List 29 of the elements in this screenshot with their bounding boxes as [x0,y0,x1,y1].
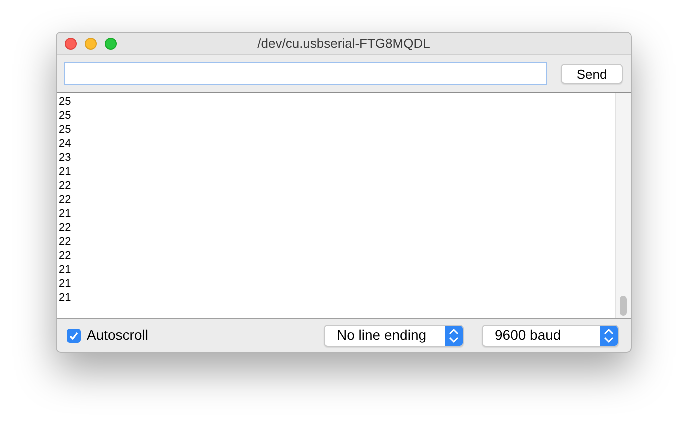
output-line: 25 [59,123,72,137]
output-line: 22 [59,221,72,235]
output-line: 22 [59,249,72,263]
output-line: 22 [59,179,72,193]
output-line: 22 [59,235,72,249]
close-button[interactable] [65,38,77,50]
output-line: 21 [59,277,72,291]
window-title: /dev/cu.usbserial-FTG8MQDL [258,34,430,53]
output-line: 25 [59,109,72,123]
output-line: 25 [59,95,72,109]
line-ending-dropdown[interactable]: No line ending [324,324,464,346]
output-line: 21 [59,165,72,179]
output-line: 23 [59,151,72,165]
stepper-icon [600,326,618,346]
output-line: 21 [59,207,72,221]
baud-rate-dropdown[interactable]: 9600 baud [482,324,619,346]
output-line: 24 [59,137,72,151]
scrollbar-thumb[interactable] [620,296,627,316]
output-line: 21 [59,263,72,277]
autoscroll-checkbox[interactable] [67,328,81,342]
minimize-button[interactable] [85,38,97,50]
send-button[interactable]: Send [561,64,623,84]
scrollbar[interactable] [615,93,631,318]
zoom-button[interactable] [105,38,117,50]
output-line: 22 [59,193,72,207]
stepper-icon [445,326,463,346]
autoscroll-label: Autoscroll [87,326,148,345]
output-line: 21 [59,291,72,305]
message-input-field[interactable] [64,62,547,85]
